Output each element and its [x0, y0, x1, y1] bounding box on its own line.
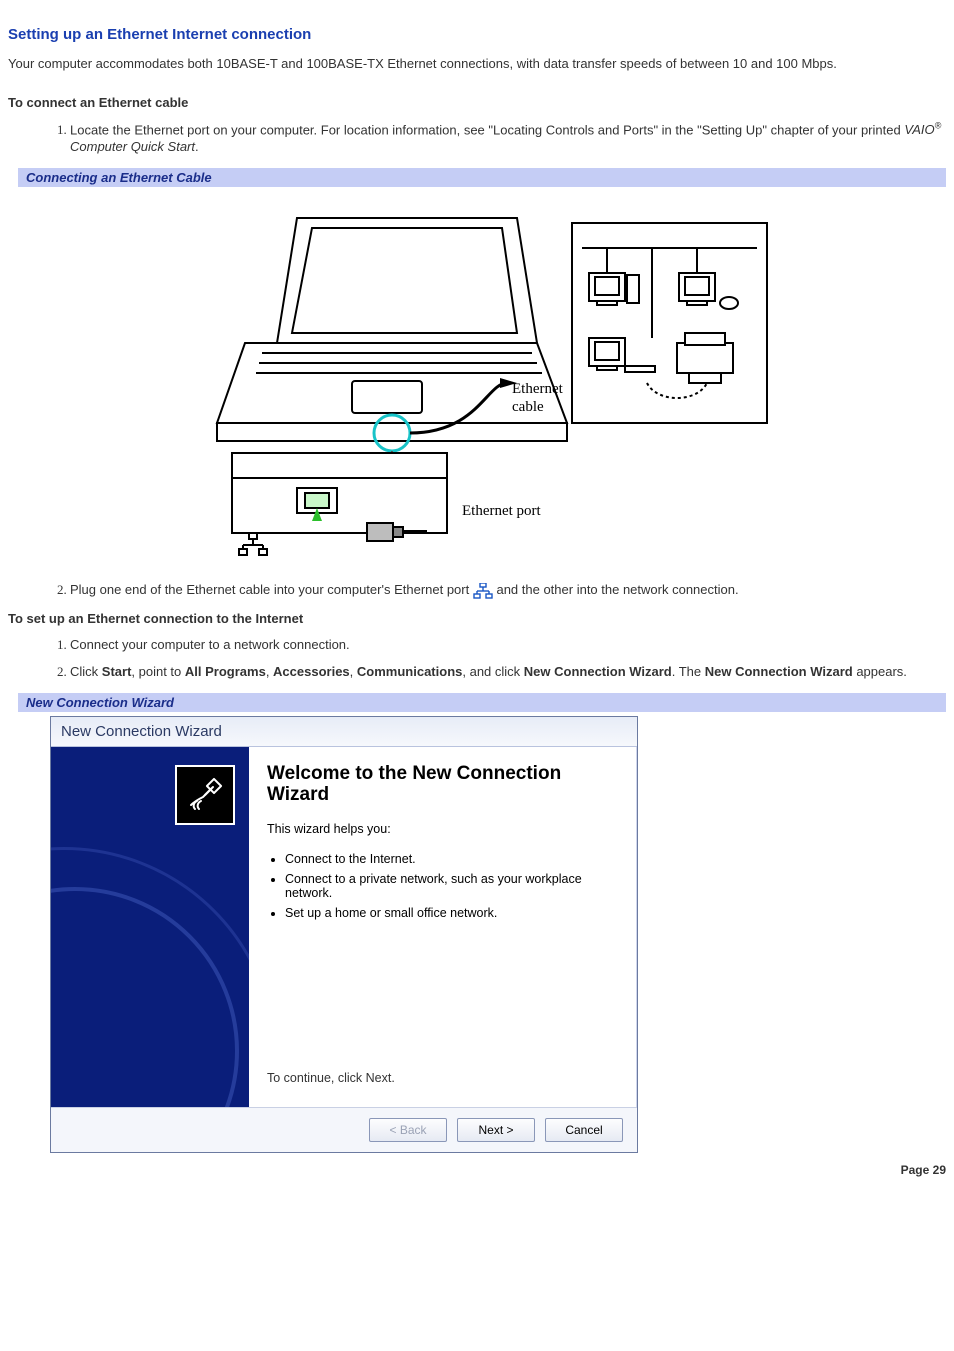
wizard-sidebar	[51, 747, 249, 1107]
wizard-bullet-3: Set up a home or small office network.	[285, 906, 619, 920]
svg-text:cable: cable	[512, 399, 544, 415]
step-a2: Plug one end of the Ethernet cable into …	[70, 581, 946, 599]
t: , and click	[462, 664, 523, 679]
bold-start: Start	[102, 664, 132, 679]
step-a2-post: and the other into the network connectio…	[496, 582, 738, 597]
wizard-bullet-1: Connect to the Internet.	[285, 852, 619, 866]
page-number: Page 29	[8, 1163, 946, 1177]
wizard-continue-text: To continue, click Next.	[267, 1071, 619, 1097]
cancel-button[interactable]: Cancel	[545, 1118, 623, 1142]
new-connection-wizard-dialog: New Connection Wizard Wel	[50, 716, 638, 1153]
network-port-icon	[473, 583, 493, 599]
bold-allprograms: All Programs	[185, 664, 266, 679]
vaio-text: VAIO	[904, 122, 934, 137]
t: appears.	[853, 664, 907, 679]
wizard-welcome-heading: Welcome to the New Connection Wizard	[267, 763, 619, 807]
wizard-hand-plug-icon	[175, 765, 235, 825]
figure-ethernet-diagram: Ethernet cable Ethernet port	[177, 193, 777, 563]
bold-newconnwizard2: New Connection Wizard	[705, 664, 853, 679]
bold-newconnwizard: New Connection Wizard	[524, 664, 672, 679]
section-b-steps: Connect your computer to a network conne…	[8, 636, 946, 681]
intro-paragraph: Your computer accommodates both 10BASE-T…	[8, 55, 946, 73]
wizard-bullet-2: Connect to a private network, such as yo…	[285, 872, 619, 900]
section-b-title: To set up an Ethernet connection to the …	[8, 611, 946, 626]
step-b2: Click Start, point to All Programs, Acce…	[70, 663, 946, 681]
step-a2-pre: Plug one end of the Ethernet cable into …	[70, 582, 473, 597]
label-ethernet-port: Ethernet port	[462, 503, 542, 519]
next-button[interactable]: Next >	[457, 1118, 535, 1142]
wizard-helps-text: This wizard helps you:	[267, 822, 619, 836]
quickstart-text: Computer Quick Start	[70, 139, 195, 154]
figure2-caption: New Connection Wizard	[8, 693, 946, 712]
section-a-title: To connect an Ethernet cable	[8, 95, 946, 110]
bold-communications: Communications	[357, 664, 462, 679]
t: Click	[70, 664, 102, 679]
page-title: Setting up an Ethernet Internet connecti…	[8, 26, 946, 43]
step-a1: Locate the Ethernet port on your compute…	[70, 120, 946, 156]
wizard-footer: < Back Next > Cancel	[51, 1107, 637, 1152]
ethernet-diagram-svg: Ethernet cable Ethernet port	[177, 193, 777, 563]
registered-mark: ®	[935, 121, 942, 131]
wizard-bullets: Connect to the Internet. Connect to a pr…	[267, 846, 619, 926]
wizard-main-panel: Welcome to the New Connection Wizard Thi…	[249, 747, 637, 1107]
step-a1-post: .	[195, 139, 199, 154]
wizard-titlebar: New Connection Wizard	[51, 717, 637, 747]
figure1-caption: Connecting an Ethernet Cable	[8, 168, 946, 187]
t: . The	[672, 664, 705, 679]
bold-accessories: Accessories	[273, 664, 350, 679]
label-ethernet-cable: Ethernet	[512, 381, 564, 397]
section-a-steps-cont: Plug one end of the Ethernet cable into …	[8, 581, 946, 599]
step-a1-pre: Locate the Ethernet port on your compute…	[70, 122, 904, 137]
t: , point to	[131, 664, 184, 679]
t: ,	[350, 664, 357, 679]
step-b1: Connect your computer to a network conne…	[70, 636, 946, 654]
section-a-steps: Locate the Ethernet port on your compute…	[8, 120, 946, 156]
back-button[interactable]: < Back	[369, 1118, 447, 1142]
t: ,	[266, 664, 273, 679]
